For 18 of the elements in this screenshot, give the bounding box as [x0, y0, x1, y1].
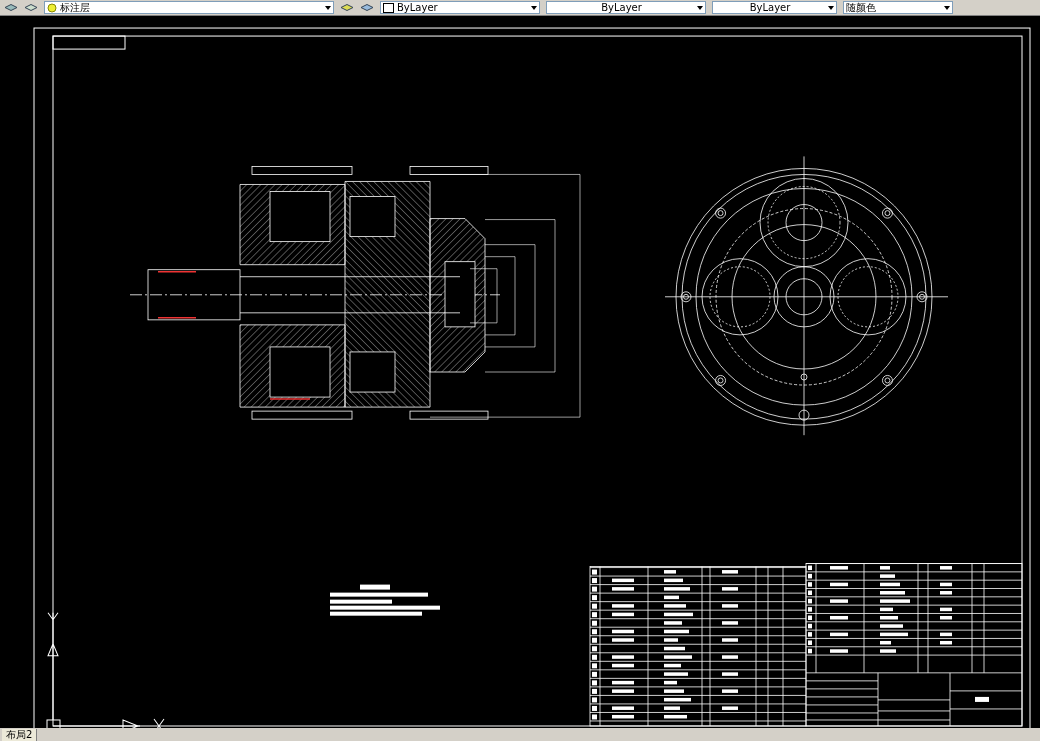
caret-icon [531, 5, 537, 10]
lineweight-dropdown[interactable]: ByLayer [712, 1, 837, 14]
caret-icon [944, 5, 950, 10]
ucs-icon [46, 612, 165, 728]
caret-icon [325, 5, 331, 10]
layers-icon[interactable] [360, 2, 374, 13]
color-swatch-icon [383, 2, 394, 13]
layer-dropdown[interactable]: 标注层 [44, 1, 334, 14]
caret-icon [828, 5, 834, 10]
lightbulb-icon [47, 2, 57, 13]
layers-icon[interactable] [24, 2, 38, 13]
caret-icon [697, 5, 703, 10]
layers-icon[interactable] [4, 2, 18, 13]
layers-icon[interactable] [340, 2, 354, 13]
layout-tab[interactable]: 布局2 [2, 728, 38, 741]
plotstyle-dropdown[interactable]: 随颜色 [843, 1, 953, 14]
color-dropdown[interactable]: ByLayer [380, 1, 540, 14]
linetype-dropdown[interactable]: ByLayer [546, 1, 706, 14]
